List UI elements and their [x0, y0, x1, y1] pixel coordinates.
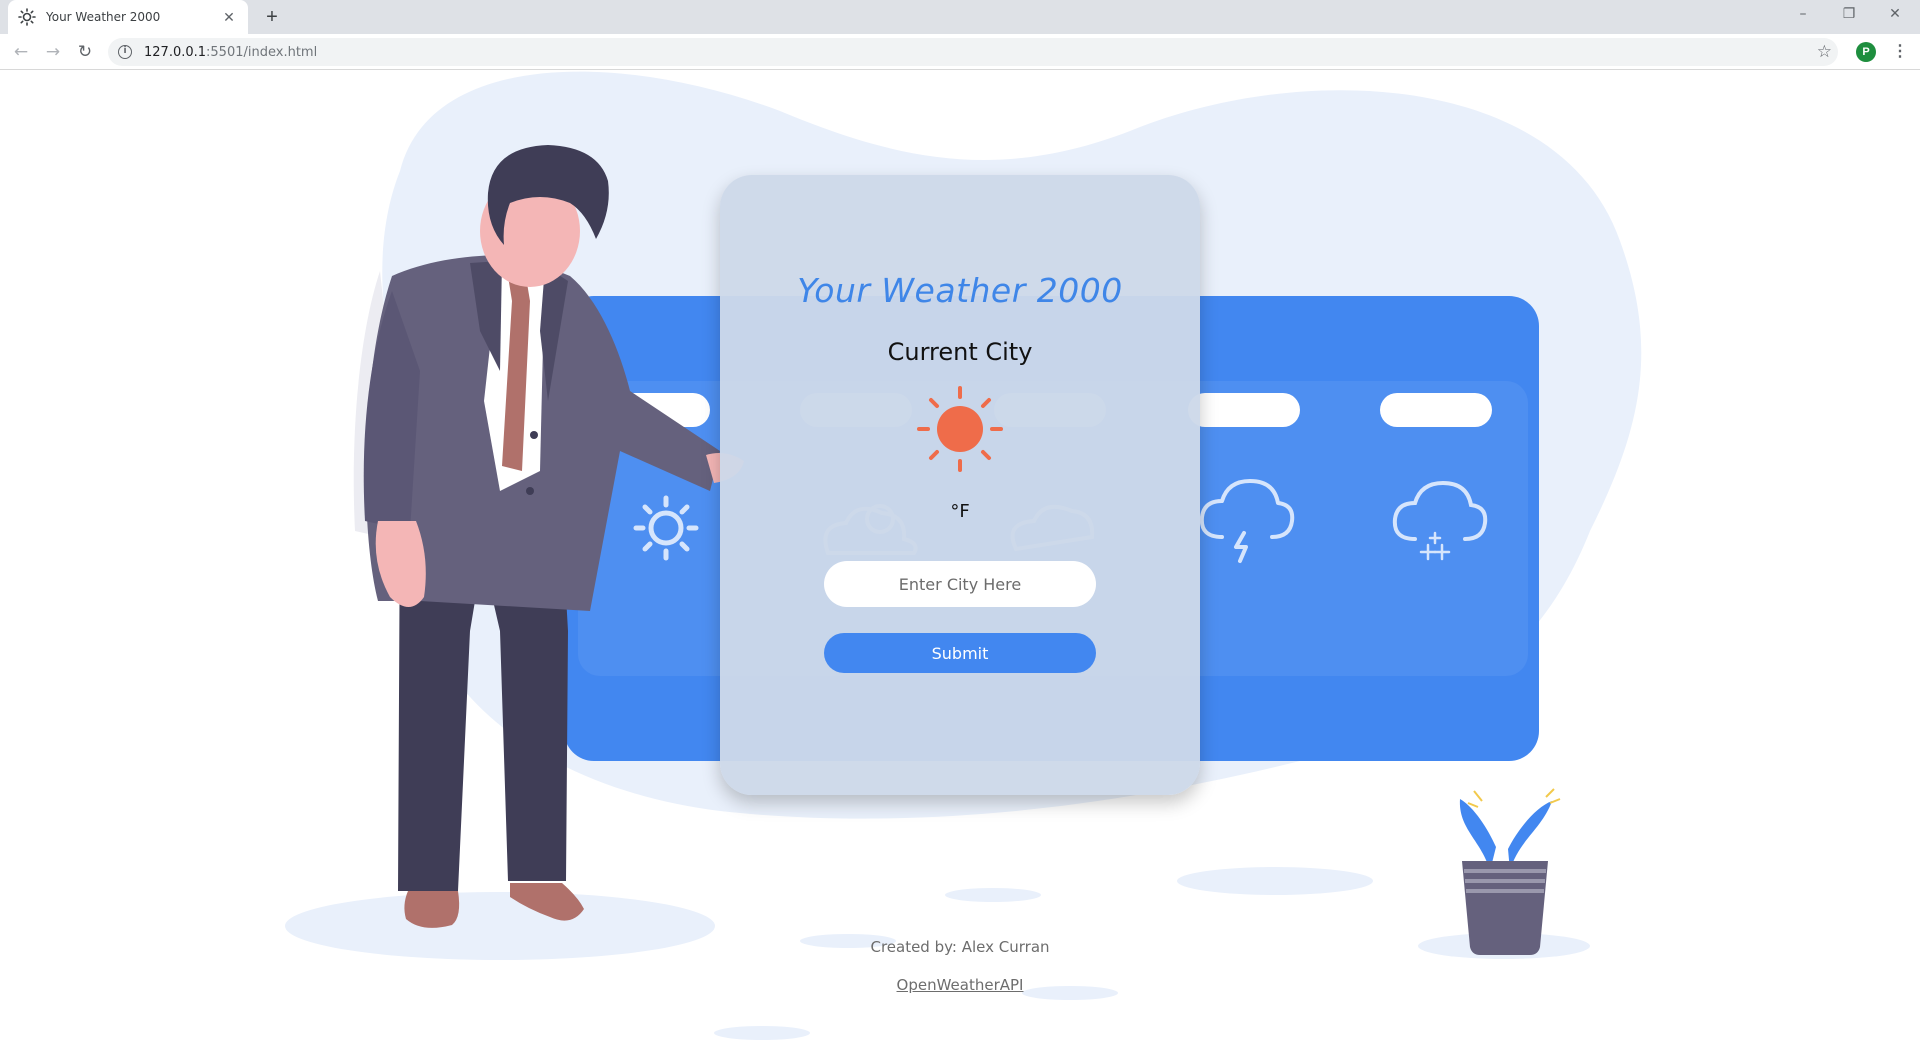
panel-label-pill — [1188, 393, 1300, 427]
weather-card: Your Weather 2000 Current City °F Submit — [720, 175, 1200, 795]
url-text: 127.0.0.1:5501/index.html — [144, 45, 317, 60]
browser-menu-icon[interactable]: ⋮ — [1892, 40, 1908, 64]
bookmark-star-icon[interactable]: ☆ — [1817, 42, 1832, 62]
minimize-icon[interactable]: – — [1780, 0, 1826, 30]
city-input[interactable] — [824, 561, 1096, 607]
tab-title: Your Weather 2000 — [46, 10, 161, 24]
openweather-api-link[interactable]: OpenWeatherAPI — [897, 976, 1024, 994]
city-name: Current City — [887, 338, 1033, 366]
floor-shadow — [1177, 867, 1373, 895]
sun-icon — [917, 386, 1003, 472]
footer-link-container: OpenWeatherAPI — [0, 976, 1920, 994]
back-icon[interactable]: ← — [9, 40, 33, 64]
profile-avatar[interactable]: P — [1856, 42, 1876, 62]
plant-pot — [1459, 788, 1561, 955]
address-bar[interactable]: i 127.0.0.1:5501/index.html ☆ — [108, 38, 1838, 66]
footer-credit: Created by: Alex Curran — [870, 938, 1050, 956]
browser-tab[interactable]: Your Weather 2000 ✕ — [8, 0, 248, 34]
browser-toolbar: ← → ↻ i 127.0.0.1:5501/index.html ☆ P ⋮ — [0, 34, 1920, 70]
reload-icon[interactable]: ↻ — [73, 40, 97, 64]
floor-shadow — [714, 1026, 810, 1040]
page: Your Weather 2000 Current City °F Submit… — [0, 71, 1920, 1040]
restore-icon[interactable]: ❐ — [1826, 0, 1872, 30]
app-title: Your Weather 2000 — [797, 271, 1123, 310]
sun-favicon-icon — [18, 8, 36, 26]
new-tab-button[interactable]: + — [260, 5, 284, 29]
floor-shadow — [945, 888, 1041, 902]
forward-icon[interactable]: → — [41, 40, 65, 64]
browser-tab-bar: Your Weather 2000 ✕ + – ❐ ✕ — [0, 0, 1920, 34]
panel-label-pill — [1380, 393, 1492, 427]
tab-close-icon[interactable]: ✕ — [220, 9, 238, 26]
close-window-icon[interactable]: ✕ — [1872, 0, 1918, 30]
url-path: :5501/index.html — [206, 44, 318, 60]
url-host: 127.0.0.1 — [144, 44, 207, 60]
temperature-readout: °F — [950, 501, 970, 522]
submit-button[interactable]: Submit — [824, 633, 1096, 673]
site-info-icon[interactable]: i — [118, 45, 132, 59]
